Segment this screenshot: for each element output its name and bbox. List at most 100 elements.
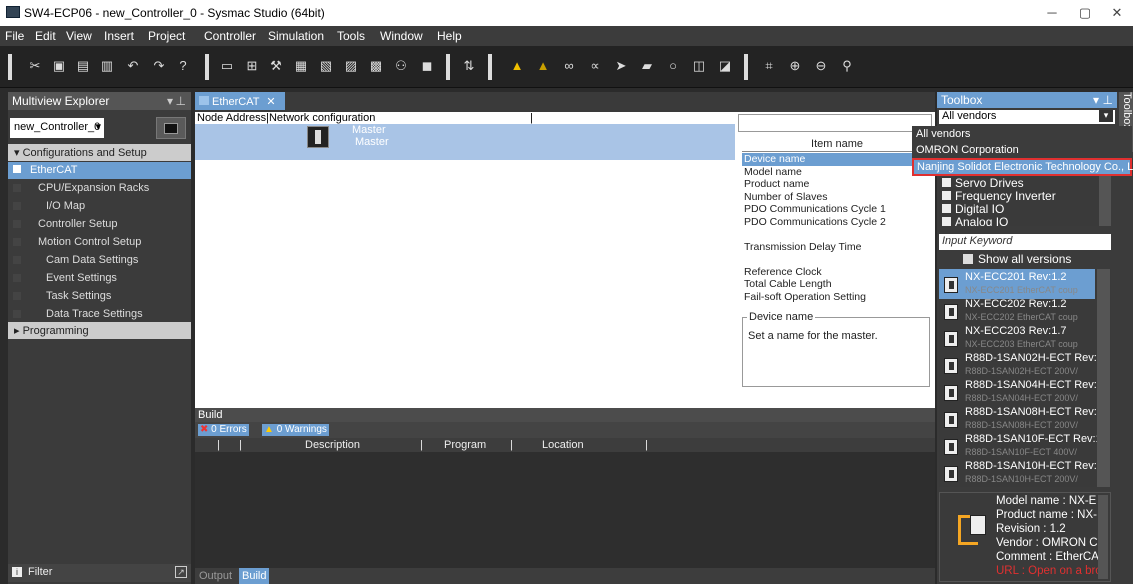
prop-total-cable-length[interactable]: Total Cable Length — [742, 278, 932, 291]
reset-icon[interactable]: ○ — [664, 57, 682, 75]
column-location[interactable]: Location — [542, 439, 584, 451]
tree-motion-control-setup[interactable]: Motion Control Setup — [8, 234, 191, 251]
vendor-select[interactable]: All vendors ▾ — [939, 110, 1115, 124]
prop-number-of-slaves[interactable]: Number of Slaves — [742, 191, 932, 204]
device-item[interactable]: NX-ECC203 Rev:1.7 NX-ECC203 EtherCAT coup — [939, 323, 1095, 353]
filter-bar[interactable]: i Filter ↗ — [8, 564, 191, 582]
build-icon[interactable]: ▦ — [292, 57, 310, 75]
close-button[interactable]: ✕ — [1102, 3, 1132, 23]
column-program[interactable]: Program — [444, 439, 486, 451]
redo-icon[interactable]: ↷ — [150, 57, 168, 75]
device-item[interactable]: R88D-1SAN02H-ECT Rev: R88D-1SAN02H-ECT 20… — [939, 350, 1097, 380]
device-item[interactable]: R88D-1SAN10F-ECT Rev:1 R88D-1SAN10F-ECT 4… — [939, 431, 1102, 461]
close-icon[interactable]: ✕ — [266, 96, 275, 108]
info-url-link[interactable]: URL : Open on a bro — [996, 565, 1110, 577]
pin-icon[interactable]: ⊥ — [1103, 93, 1113, 107]
prop-reference-clock[interactable]: Reference Clock — [742, 266, 932, 279]
menu-view[interactable]: View — [66, 29, 92, 43]
rebuild-icon[interactable]: ▧ — [317, 57, 335, 75]
menu-edit[interactable]: Edit — [35, 29, 56, 43]
device-item[interactable]: NX-ECC201 Rev:1.2 NX-ECC201 EtherCAT coup — [939, 269, 1095, 299]
zoom-fit-icon[interactable]: ⌗ — [760, 57, 778, 75]
category-frequency-inverter[interactable]: Frequency Inverter — [942, 189, 1056, 203]
tab-build[interactable]: Build — [239, 568, 270, 584]
prop-pdo-cycle-1[interactable]: PDO Communications Cycle 1 — [742, 203, 932, 216]
tree-io-map[interactable]: I/O Map — [8, 198, 191, 215]
3d-view-icon[interactable]: ▭ — [218, 57, 236, 75]
vendor-option-omron[interactable]: OMRON Corporation — [912, 142, 1132, 158]
filter-toggle-icon[interactable]: ↗ — [175, 566, 187, 578]
link-icon[interactable]: ∞ — [560, 57, 578, 75]
tab-output[interactable]: Output — [199, 570, 232, 582]
tree-task-settings[interactable]: Task Settings — [8, 288, 191, 305]
monitor-icon[interactable]: ▰ — [638, 57, 656, 75]
warning-alt-icon[interactable]: ▲ — [534, 57, 552, 75]
device-scrollbar[interactable] — [1097, 269, 1110, 487]
zoom-in-icon[interactable]: ⊕ — [786, 57, 804, 75]
find-icon[interactable]: ⚲ — [838, 57, 856, 75]
delete-icon[interactable]: ▥ — [98, 57, 116, 75]
maximize-button[interactable]: ▢ — [1070, 3, 1100, 23]
info-scrollbar[interactable] — [1098, 495, 1108, 579]
sync-icon[interactable]: ▩ — [367, 57, 385, 75]
category-analog-io[interactable]: Analog IO — [942, 215, 1008, 226]
category-servo-drives[interactable]: Servo Drives — [942, 176, 1024, 190]
cut-icon[interactable]: ✂ — [26, 57, 44, 75]
minimize-button[interactable]: ─ — [1037, 3, 1067, 23]
dropdown-icon[interactable]: ▾ — [1093, 93, 1099, 107]
undo-icon[interactable]: ↶ — [124, 57, 142, 75]
zoom-out-icon[interactable]: ⊖ — [812, 57, 830, 75]
tree-controller-setup[interactable]: Controller Setup — [8, 216, 191, 233]
menu-help[interactable]: Help — [437, 29, 462, 43]
device-item[interactable]: R88D-1SAN10H-ECT Rev: R88D-1SAN10H-ECT 20… — [939, 458, 1097, 487]
tree-configurations-and-setup[interactable]: ▾ Configurations and Setup — [8, 144, 191, 161]
controller-select[interactable]: new_Controller_0 ▾ — [10, 118, 104, 138]
paste-icon[interactable]: ▤ — [74, 57, 92, 75]
pin-icon[interactable]: ⊥ — [176, 94, 186, 108]
keyword-input[interactable]: Input Keyword — [939, 234, 1111, 250]
compare-icon[interactable]: ◫ — [690, 57, 708, 75]
online-icon[interactable]: ◼ — [418, 57, 436, 75]
grid-icon[interactable]: ⊞ — [243, 57, 261, 75]
warning-icon[interactable]: ▲ — [508, 57, 526, 75]
check-icon[interactable]: ▨ — [342, 57, 360, 75]
tree-cpu-expansion-racks[interactable]: CPU/Expansion Racks — [8, 180, 191, 197]
show-all-versions[interactable]: Show all versions — [963, 252, 1071, 266]
tree-data-trace-settings[interactable]: Data Trace Settings — [8, 306, 191, 323]
device-item[interactable]: NX-ECC202 Rev:1.2 NX-ECC202 EtherCAT coup — [939, 296, 1095, 326]
menu-file[interactable]: File — [5, 29, 24, 43]
unlink-icon[interactable]: ∝ — [586, 57, 604, 75]
menu-insert[interactable]: Insert — [104, 29, 134, 43]
column-description[interactable]: Description — [305, 439, 360, 451]
tree-ethercat[interactable]: EtherCAT — [8, 162, 191, 179]
prop-product-name[interactable]: Product name — [742, 178, 932, 191]
settings-icon[interactable]: ◪ — [716, 57, 734, 75]
tree-programming[interactable]: ▸ Programming — [8, 322, 191, 339]
master-node[interactable]: Master Master — [195, 124, 735, 160]
warnings-filter[interactable]: ▲ 0 Warnings — [262, 424, 329, 436]
menu-simulation[interactable]: Simulation — [268, 29, 324, 43]
vendor-option-nanjing-solidot[interactable]: Nanjing Solidot Electronic Technology Co… — [912, 158, 1133, 176]
menu-controller[interactable]: Controller — [204, 29, 256, 43]
menu-project[interactable]: Project — [148, 29, 185, 43]
binoculars-icon[interactable]: ⚇ — [392, 57, 410, 75]
controller-button[interactable] — [156, 117, 186, 139]
dropdown-icon[interactable]: ▾ — [167, 94, 173, 108]
prop-pdo-cycle-2[interactable]: PDO Communications Cycle 2 — [742, 216, 932, 229]
category-scrollbar[interactable] — [1099, 176, 1111, 226]
menu-window[interactable]: Window — [380, 29, 423, 43]
cursor-icon[interactable]: ➤ — [612, 57, 630, 75]
tab-ethercat[interactable]: EtherCAT ✕ — [195, 92, 285, 110]
tree-cam-data-settings[interactable]: Cam Data Settings — [8, 252, 191, 269]
help-icon[interactable]: ? — [174, 57, 192, 75]
errors-filter[interactable]: ✖ 0 Errors — [198, 424, 249, 436]
device-item[interactable]: R88D-1SAN08H-ECT Rev: R88D-1SAN08H-ECT 20… — [939, 404, 1097, 434]
vendor-option-all[interactable]: All vendors — [912, 126, 1132, 142]
copy-icon[interactable]: ▣ — [50, 57, 68, 75]
category-digital-io[interactable]: Digital IO — [942, 202, 1004, 216]
wrench-icon[interactable]: ⚒ — [267, 57, 285, 75]
prop-device-name[interactable]: Device name — [742, 153, 932, 166]
tree-event-settings[interactable]: Event Settings — [8, 270, 191, 287]
prop-fail-soft[interactable]: Fail-soft Operation Setting — [742, 291, 932, 304]
device-item[interactable]: R88D-1SAN04H-ECT Rev: R88D-1SAN04H-ECT 20… — [939, 377, 1097, 407]
